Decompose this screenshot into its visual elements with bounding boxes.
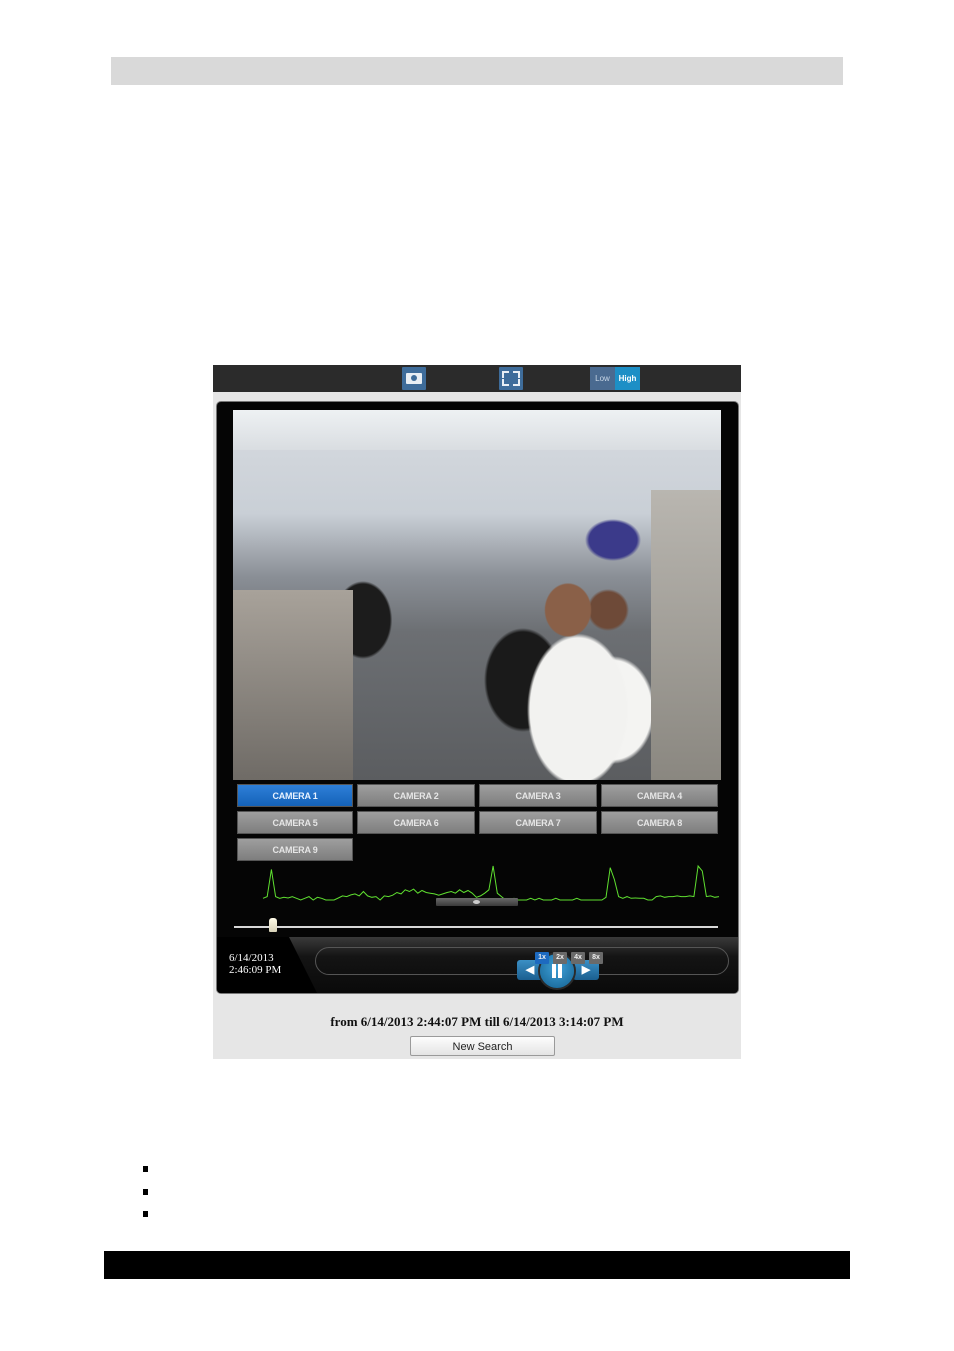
bullet-item: [143, 1211, 148, 1217]
timeline-collapse-handle[interactable]: [436, 898, 518, 906]
speed-button-8x[interactable]: 8x: [589, 952, 603, 964]
speed-button-1x[interactable]: 1x: [535, 952, 549, 964]
camera-button-7[interactable]: Camera 7: [479, 811, 597, 834]
activity-line: [262, 864, 720, 901]
bullet-list: [143, 1166, 148, 1234]
camera-button-4[interactable]: Camera 4: [601, 784, 718, 807]
video-feed[interactable]: [233, 410, 721, 780]
search-range-text: from 6/14/2013 2:44:07 PM till 6/14/2013…: [330, 1014, 624, 1029]
page-footer-bar: [104, 1251, 850, 1279]
current-time-panel: 6/14/2013 2:46:09 PM: [217, 937, 317, 993]
camera-button-9[interactable]: Camera 9: [237, 838, 353, 861]
camera-button-8[interactable]: Camera 8: [601, 811, 718, 834]
bullet-item: [143, 1188, 148, 1195]
playback-controls: 6/14/2013 2:46:09 PM ◀ ▶ 1x 2x 4x 8x: [217, 937, 738, 993]
activity-graph-svg: [262, 864, 720, 901]
controls-bar: ◀ ▶: [315, 947, 729, 988]
speed-button-2x[interactable]: 2x: [553, 952, 567, 964]
camera-snapshot-icon: [406, 373, 422, 384]
page-header-bar: [111, 57, 843, 85]
playback-app: Low High Camera 1 Camera 2 Camera 3 Camera …: [213, 365, 741, 1059]
timeline-slider-track[interactable]: [234, 926, 718, 928]
bullet-item: [143, 1166, 148, 1172]
video-player: Camera 1 Camera 2 Camera 3 Camera 4 Camera 5…: [217, 402, 738, 993]
quality-toggle: Low High: [590, 367, 640, 390]
quality-high-button[interactable]: High: [615, 367, 640, 390]
toolbar: Low High: [213, 365, 741, 392]
camera-button-5[interactable]: Camera 5: [237, 811, 353, 834]
camera-button-3[interactable]: Camera 3: [479, 784, 597, 807]
camera-button-6[interactable]: Camera 6: [357, 811, 475, 834]
step-back-icon: ◀: [525, 964, 535, 976]
current-date: 6/14/2013: [229, 952, 274, 964]
camera-selector: Camera 1 Camera 2 Camera 3 Camera 4 Camera 5…: [237, 784, 718, 861]
snapshot-button[interactable]: [402, 367, 426, 390]
timeline-slider-thumb[interactable]: [268, 918, 277, 932]
quality-low-button[interactable]: Low: [590, 367, 615, 390]
fullscreen-button[interactable]: [499, 367, 523, 390]
new-search-button[interactable]: New Search: [410, 1036, 555, 1056]
camera-button-1[interactable]: Camera 1: [237, 784, 353, 807]
speed-selector: 1x 2x 4x 8x: [535, 952, 603, 964]
step-forward-icon: ▶: [581, 964, 591, 976]
current-time: 2:46:09 PM: [229, 964, 282, 976]
camera-button-2[interactable]: Camera 2: [357, 784, 475, 807]
speed-button-4x[interactable]: 4x: [571, 952, 585, 964]
